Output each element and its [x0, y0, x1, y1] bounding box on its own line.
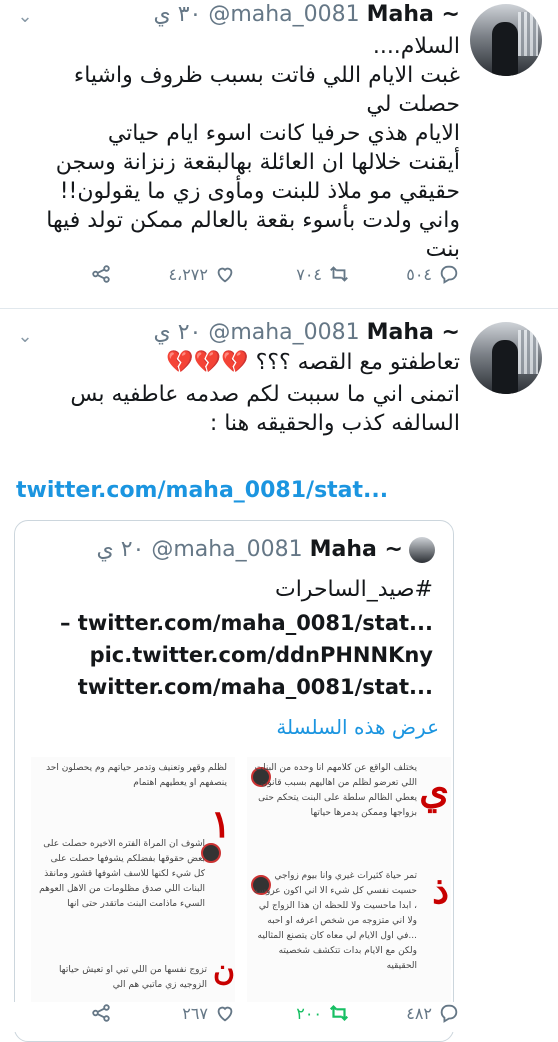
reply-count: ٤٨٢	[406, 1003, 432, 1023]
quoted-tweet-card[interactable]: ٢٠ ي @maha_0081 Maha ~ #صيد_الساحرات – t…	[14, 520, 454, 1042]
like-button[interactable]: ٢٦٧	[182, 1002, 236, 1024]
share-icon	[92, 1004, 110, 1022]
share-button[interactable]	[90, 263, 112, 285]
quoted-tweet-header: ٢٠ ي @maha_0081 Maha ~	[96, 535, 403, 565]
image-letter: ن	[212, 953, 235, 988]
quoted-link-2[interactable]: twitter.com/maha_0081/stat...	[78, 675, 433, 699]
image-letter: ي	[419, 767, 449, 812]
tweet-handle[interactable]: @maha_0081	[208, 2, 359, 27]
like-count: ٢٦٧	[182, 1003, 208, 1023]
tweet-header: ٢٠ ي @maha_0081 Maha ~	[153, 318, 460, 348]
avatar[interactable]	[470, 4, 542, 76]
quoted-link[interactable]: – twitter.com/maha_0081/stat...	[60, 611, 433, 635]
tweet-author-name[interactable]: Maha ~	[367, 2, 460, 27]
avatar-window	[518, 12, 538, 56]
like-count: ٤،٢٧٢	[168, 264, 208, 284]
tweet-body-line1: تعاطفتو مع القصه ؟؟؟ 💔💔💔	[166, 350, 460, 375]
quoted-image-left[interactable]: لظلم وقهر وتعنيف وتدمر حياتهم وم يحصلون …	[31, 757, 235, 1007]
tweet-handle[interactable]: @maha_0081	[208, 320, 359, 345]
caret-down-icon[interactable]: ⌄	[14, 326, 36, 348]
image-text: اشوف ان المراة الفتره الاخيره حصلت على ب…	[39, 839, 205, 909]
image-text: تزوج نفسها من اللي تبي او تعيش حياتها ال…	[58, 965, 207, 990]
like-icon	[217, 267, 233, 283]
like-icon	[217, 1006, 233, 1022]
tweet-body: اتمنى اني ما سببت لكم صدمه عاطفيه بس الس…	[70, 382, 460, 436]
reply-count: ٥٠٤	[406, 264, 432, 284]
avatar-window	[518, 330, 538, 374]
tweet-time: ٣٠ ي	[153, 2, 202, 27]
retweet-icon	[330, 266, 348, 282]
quoted-author-name: Maha ~	[309, 537, 403, 562]
share-icon	[92, 265, 110, 283]
quoted-images: لظلم وقهر وتعنيف وتدمر حياتهم وم يحصلون …	[31, 757, 451, 1007]
tweet-divider	[0, 308, 558, 309]
image-text: تمر حياة كثيرات غيري وانا بيوم زواجي حسي…	[253, 871, 417, 971]
avatar-figure	[492, 340, 518, 394]
tweet-header: ٣٠ ي @maha_0081 Maha ~	[153, 0, 460, 30]
retweet-count: ٧٠٤	[296, 264, 322, 284]
tweet-actions: ٤٨٢ ٢٠٠ ٢٦٧	[0, 1002, 460, 1032]
retweet-button[interactable]: ٧٠٤	[296, 263, 350, 285]
image-letter: ذ	[432, 867, 449, 912]
reply-button[interactable]: ٤٨٢	[406, 1002, 460, 1024]
tweet-link[interactable]: twitter.com/maha_0081/stat...	[16, 478, 388, 503]
quoted-image-right[interactable]: ي يختلف الواقع عن كلامهم انا وحده من الب…	[247, 757, 451, 1007]
image-text: لظلم وقهر وتعنيف وتدمر حياتهم وم يحصلون …	[46, 763, 227, 788]
tweet-body: السلام.... غبت الايام اللي فاتت بسبب ظرو…	[46, 34, 460, 262]
retweet-button[interactable]: ٢٠٠	[296, 1002, 350, 1024]
avatar[interactable]	[470, 322, 542, 394]
image-letter: ١	[210, 801, 231, 846]
quoted-handle: @maha_0081	[151, 537, 303, 562]
retweet-icon	[329, 1005, 349, 1021]
quoted-time: ٢٠ ي	[96, 537, 145, 562]
avatar-figure	[492, 22, 518, 76]
like-button[interactable]: ٤،٢٧٢	[168, 263, 236, 285]
reply-icon	[440, 1004, 458, 1023]
reply-icon	[440, 265, 458, 284]
quoted-hashtag[interactable]: #صيد_الساحرات	[275, 577, 433, 602]
reply-button[interactable]: ٥٠٤	[406, 263, 460, 285]
tweet-time: ٢٠ ي	[153, 320, 202, 345]
quoted-avatar	[409, 537, 435, 563]
retweet-count: ٢٠٠	[296, 1003, 322, 1023]
caret-down-icon[interactable]: ⌄	[14, 6, 36, 28]
show-thread-link[interactable]: عرض هذه السلسلة	[276, 715, 439, 739]
quoted-pic-link[interactable]: pic.twitter.com/ddnPHNNKny	[90, 643, 433, 667]
share-button[interactable]	[90, 1002, 112, 1024]
tweet-actions: ٥٠٤ ٧٠٤ ٤،٢٧٢	[0, 263, 460, 293]
tweet-author-name[interactable]: Maha ~	[367, 320, 460, 345]
image-text: يختلف الواقع عن كلامهم انا وحده من البنا…	[254, 763, 417, 818]
